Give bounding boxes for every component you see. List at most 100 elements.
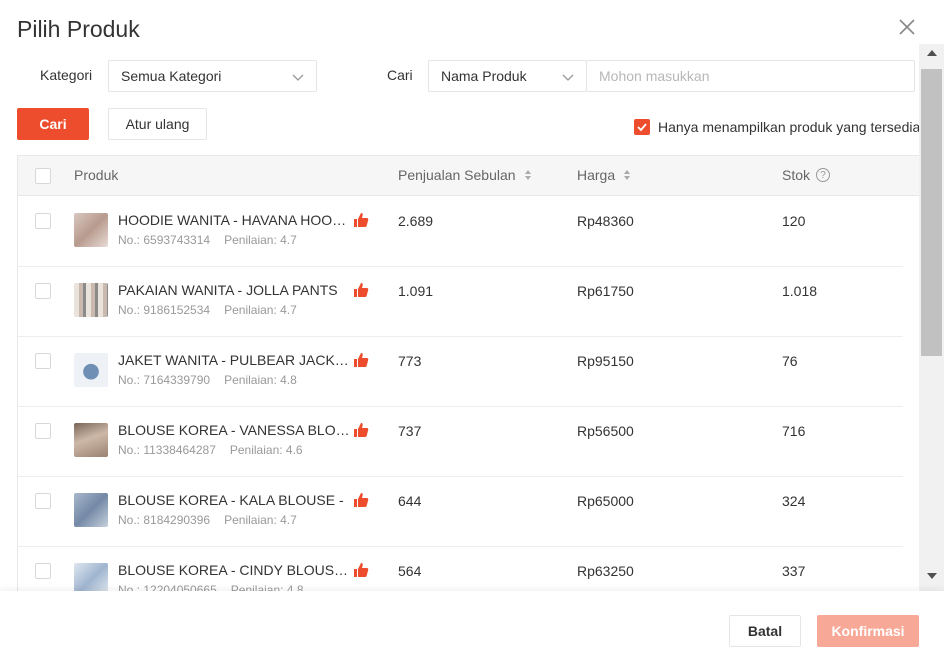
price-value: Rp48360	[577, 213, 634, 229]
category-select[interactable]: Semua Kategori	[108, 60, 317, 92]
price-value: Rp61750	[577, 283, 634, 299]
product-name: HOODIE WANITA - HAVANA HOODIE	[118, 212, 350, 228]
search-field-value: Nama Produk	[441, 68, 527, 84]
stock-value: 76	[782, 353, 798, 369]
header-price-label: Harga	[577, 167, 616, 183]
product-number: No.: 11338464287	[118, 443, 216, 457]
stock-value: 716	[782, 423, 806, 439]
header-monthly-sales[interactable]: Penjualan Sebulan	[398, 167, 532, 183]
product-rating: Penilaian: 4.7	[224, 303, 297, 317]
price-value: Rp63250	[577, 563, 634, 579]
monthly-sales-value: 737	[398, 423, 422, 439]
cancel-button[interactable]: Batal	[729, 615, 801, 647]
header-product: Produk	[74, 167, 118, 183]
product-thumbnail	[74, 563, 108, 591]
stock-value: 120	[782, 213, 806, 229]
row-checkbox[interactable]	[35, 423, 51, 439]
table-header: Produk Penjualan Sebulan Harga Stok ?	[18, 156, 919, 196]
product-name: BLOUSE KOREA - KALA BLOUSE -	[118, 492, 344, 508]
thumbs-up-icon	[354, 493, 369, 507]
product-meta: No.: 6593743314 Penilaian: 4.7	[118, 233, 297, 247]
product-thumbnail	[74, 423, 108, 457]
search-label: Cari	[387, 67, 413, 83]
scrollbar-thumb[interactable]	[921, 69, 942, 356]
product-number: No.: 7164339790	[118, 373, 211, 387]
monthly-sales-value: 1.091	[398, 283, 434, 299]
row-checkbox[interactable]	[35, 213, 51, 229]
sort-icon[interactable]	[623, 169, 631, 181]
product-rating: Penilaian: 4.7	[224, 513, 297, 527]
scroll-down-arrow-icon[interactable]	[927, 573, 937, 579]
product-thumbnail	[74, 493, 108, 527]
available-only-label: Hanya menampilkan produk yang tersedia	[658, 119, 921, 135]
product-number: No.: 8184290396	[118, 513, 211, 527]
table-row[interactable]: HOODIE WANITA - HAVANA HOODIE No.: 65937…	[18, 197, 903, 267]
price-value: Rp65000	[577, 493, 634, 509]
modal-title: Pilih Produk	[17, 16, 140, 42]
close-icon[interactable]	[897, 17, 917, 37]
select-all-checkbox[interactable]	[35, 168, 51, 184]
available-only-toggle[interactable]: Hanya menampilkan produk yang tersedia	[634, 118, 920, 136]
product-rating: Penilaian: 4.7	[224, 233, 297, 247]
scrollbar[interactable]	[919, 44, 944, 591]
thumbs-up-icon	[354, 423, 369, 437]
category-select-value: Semua Kategori	[121, 68, 222, 84]
monthly-sales-value: 564	[398, 563, 422, 579]
product-thumbnail	[74, 353, 108, 387]
confirm-button[interactable]: Konfirmasi	[817, 615, 919, 647]
product-meta: No.: 9186152534 Penilaian: 4.7	[118, 303, 297, 317]
table-row[interactable]: PAKAIAN WANITA - JOLLA PANTS No.: 918615…	[18, 267, 903, 337]
search-field-select[interactable]: Nama Produk	[428, 60, 587, 92]
table-row[interactable]: BLOUSE KOREA - KALA BLOUSE - No.: 818429…	[18, 477, 903, 547]
header-stock: Stok ?	[782, 167, 831, 183]
product-number: No.: 6593743314	[118, 233, 211, 247]
row-checkbox[interactable]	[35, 563, 51, 579]
product-name: BLOUSE KOREA - CINDY BLOUSE -	[118, 562, 350, 578]
header-monthly-sales-label: Penjualan Sebulan	[398, 167, 516, 183]
product-meta: No.: 12204050665 Penilaian: 4.8	[118, 583, 304, 591]
sort-icon[interactable]	[524, 169, 532, 181]
product-number: No.: 9186152534	[118, 303, 211, 317]
category-label: Kategori	[40, 67, 93, 83]
row-checkbox[interactable]	[35, 283, 51, 299]
price-value: Rp95150	[577, 353, 634, 369]
row-checkbox[interactable]	[35, 493, 51, 509]
monthly-sales-value: 644	[398, 493, 422, 509]
product-rating: Penilaian: 4.8	[224, 373, 297, 387]
product-meta: No.: 11338464287 Penilaian: 4.6	[118, 443, 303, 457]
stock-value: 1.018	[782, 283, 818, 299]
scroll-up-arrow-icon[interactable]	[927, 50, 937, 56]
reset-button[interactable]: Atur ulang	[108, 108, 207, 140]
select-product-modal: Pilih Produk Kategori Semua Kategori Car…	[0, 0, 944, 663]
product-thumbnail	[74, 283, 108, 317]
product-rating: Penilaian: 4.8	[230, 583, 304, 591]
search-input[interactable]	[587, 60, 915, 92]
header-stock-label: Stok	[782, 167, 811, 183]
table-row[interactable]: BLOUSE KOREA - CINDY BLOUSE - No.: 12204…	[18, 547, 903, 591]
product-meta: No.: 8184290396 Penilaian: 4.7	[118, 513, 297, 527]
product-table: Produk Penjualan Sebulan Harga Stok ? HO…	[17, 155, 919, 591]
stock-value: 324	[782, 493, 806, 509]
search-button[interactable]: Cari	[17, 108, 89, 140]
product-meta: No.: 7164339790 Penilaian: 4.8	[118, 373, 297, 387]
product-name: PAKAIAN WANITA - JOLLA PANTS	[118, 282, 338, 298]
thumbs-up-icon	[354, 283, 369, 297]
stock-value: 337	[782, 563, 806, 579]
product-thumbnail	[74, 213, 108, 247]
header-price[interactable]: Harga	[577, 167, 631, 183]
chevron-down-icon	[562, 74, 574, 81]
checkbox-checked[interactable]	[634, 119, 650, 135]
help-icon[interactable]: ?	[816, 168, 831, 182]
table-row[interactable]: BLOUSE KOREA - VANESSA BLOUSE No.: 11338…	[18, 407, 903, 477]
product-rating: Penilaian: 4.6	[229, 443, 303, 457]
monthly-sales-value: 773	[398, 353, 422, 369]
price-value: Rp56500	[577, 423, 634, 439]
monthly-sales-value: 2.689	[398, 213, 434, 229]
modal-footer: Batal Konfirmasi	[0, 591, 944, 663]
table-row[interactable]: JAKET WANITA - PULBEAR JACKET No.: 71643…	[18, 337, 903, 407]
thumbs-up-icon	[354, 353, 369, 367]
product-name: BLOUSE KOREA - VANESSA BLOUSE	[118, 422, 350, 438]
check-icon	[637, 123, 647, 132]
thumbs-up-icon	[354, 563, 369, 577]
row-checkbox[interactable]	[35, 353, 51, 369]
